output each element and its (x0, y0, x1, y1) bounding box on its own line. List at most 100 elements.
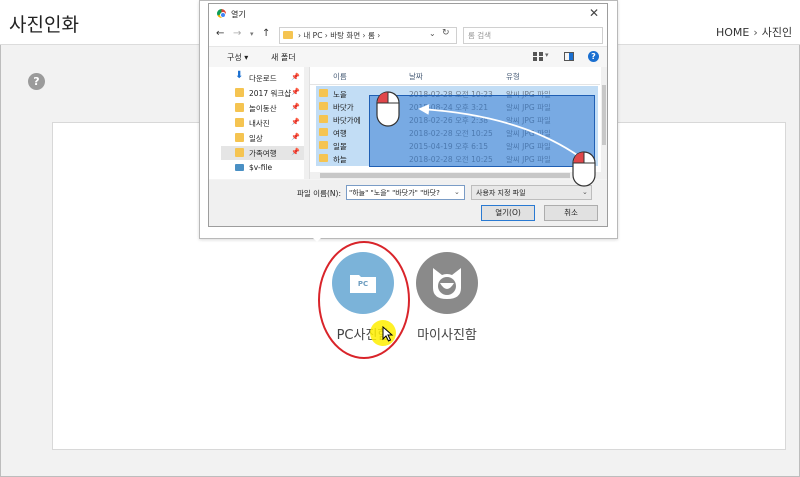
my-option-label[interactable]: 마이사진함 (396, 324, 498, 343)
column-date[interactable]: 날짜 (409, 71, 423, 82)
recent-dropdown-icon[interactable]: ▾ (250, 30, 254, 38)
folder-icon (319, 89, 328, 97)
chrome-icon (217, 9, 226, 18)
search-input[interactable]: 롬 검색 (463, 27, 603, 44)
folder-icon (319, 102, 328, 110)
chevron-down-icon[interactable]: ⌄ (582, 188, 588, 196)
popup-balloon: 열기 ✕ ← → ▾ ↑ › 내 PC › 바탕 화면 › 롬 › ⌄ ↻ 롬 … (199, 0, 618, 239)
pin-icon: 📌 (291, 148, 300, 156)
scroll-thumb[interactable] (320, 173, 570, 178)
filetype-value: 사용자 지정 파일 (476, 189, 526, 197)
file-name: 하늘 (333, 155, 347, 164)
file-name: 여행 (333, 129, 347, 138)
file-open-dialog: 열기 ✕ ← → ▾ ↑ › 내 PC › 바탕 화면 › 롬 › ⌄ ↻ 롬 … (208, 3, 608, 227)
file-name: 바닷가에 (333, 116, 361, 125)
mouse-end-icon (572, 151, 596, 187)
address-bar[interactable]: › 내 PC › 바탕 화면 › 롬 › ⌄ ↻ (279, 27, 457, 44)
view-dropdown-icon[interactable]: ▾ (545, 51, 549, 59)
breadcrumb-home[interactable]: HOME (716, 26, 749, 39)
column-name[interactable]: 이름 (333, 71, 347, 82)
folder-icon (319, 154, 328, 162)
chevron-down-icon[interactable]: ⌄ (429, 29, 436, 38)
nav-item-label: 일상 (249, 134, 263, 143)
nav-item-label: 내사진 (249, 119, 270, 128)
folder-icon (235, 148, 244, 157)
pin-icon: 📌 (291, 118, 300, 126)
filename-label: 파일 이름(N): (297, 189, 341, 198)
nav-item-label: 2017 워크샵 (249, 89, 292, 98)
mouse-pointer-icon (382, 326, 394, 342)
navigation-pane: ⬇ 다운로드 📌 2017 워크샵 📌 놀이동산 📌 내사진 📌 일상 📌 가족… (209, 67, 310, 179)
nav-item-label: 다운로드 (249, 74, 277, 83)
folder-icon (235, 118, 244, 127)
forward-icon[interactable]: → (233, 28, 241, 39)
nav-item-downloads[interactable]: ⬇ 다운로드 📌 (221, 70, 307, 85)
search-placeholder: 롬 검색 (468, 31, 492, 40)
nav-item-v-file[interactable]: $v-file (221, 161, 307, 175)
file-name: 바닷가 (333, 103, 354, 112)
breadcrumb-current[interactable]: 사진인 (762, 26, 792, 39)
nav-item-amusement-park[interactable]: 놀이동산 📌 (221, 101, 307, 115)
cat-icon (433, 268, 461, 299)
folder-icon (235, 88, 244, 97)
column-type[interactable]: 유형 (506, 71, 520, 82)
nav-item-workshop[interactable]: 2017 워크샵 📌 (221, 86, 307, 100)
folder-icon (235, 103, 244, 112)
cancel-button[interactable]: 취소 (544, 205, 598, 221)
pin-icon: 📌 (291, 73, 300, 81)
nav-scrollbar[interactable] (304, 67, 309, 179)
back-icon[interactable]: ← (216, 28, 224, 39)
file-list: 이름 날짜 유형 노을 2018-02-28 오전 10:23 알씨 JPG 파… (310, 67, 607, 179)
help-icon[interactable]: ? (588, 51, 599, 62)
nav-item-label: 가족여행 (249, 149, 277, 158)
filetype-select[interactable]: 사용자 지정 파일 ⌄ (471, 185, 592, 200)
nav-item-my-photos[interactable]: 내사진 📌 (221, 116, 307, 130)
new-folder-button[interactable]: 새 폴더 (271, 52, 296, 63)
folder-icon (319, 115, 328, 123)
dialog-title: 열기 (231, 10, 246, 19)
filename-value: "하늘" "노을" "바닷가" "바닷? (349, 189, 440, 197)
scroll-thumb[interactable] (602, 85, 606, 145)
nav-item-label: 놀이동산 (249, 104, 277, 113)
file-name: 노을 (333, 90, 347, 99)
download-icon: ⬇ (235, 70, 244, 81)
horizontal-scrollbar[interactable] (310, 172, 607, 179)
breadcrumb: HOME › 사진인 (716, 24, 792, 40)
up-icon[interactable]: ↑ (262, 28, 270, 39)
pin-icon: 📌 (291, 88, 300, 96)
folder-icon (283, 31, 293, 39)
page-title: 사진인화 (9, 14, 79, 36)
drag-arrow-icon (418, 104, 581, 158)
pin-icon: 📌 (291, 133, 300, 141)
annotation-ring (318, 241, 410, 359)
folder-icon (319, 141, 328, 149)
mouse-start-icon (376, 91, 400, 127)
folder-icon (319, 128, 328, 136)
view-options-icon[interactable] (533, 52, 543, 61)
organize-button[interactable]: 구성 ▾ (227, 52, 248, 63)
my-option-circle[interactable] (416, 252, 478, 314)
pin-icon: 📌 (291, 103, 300, 111)
address-path: › 내 PC › 바탕 화면 › 롬 › (298, 31, 381, 40)
folder-icon (235, 133, 244, 142)
filename-input[interactable]: "하늘" "노을" "바닷가" "바닷? ⌄ (346, 185, 465, 200)
dialog-navbar: ← → ▾ ↑ › 내 PC › 바탕 화면 › 롬 › ⌄ ↻ 롬 검색 (209, 24, 607, 46)
pc-icon (235, 164, 244, 171)
help-icon[interactable]: ? (28, 73, 45, 90)
dialog-footer: 파일 이름(N): "하늘" "노을" "바닷가" "바닷? ⌄ 사용자 지정 … (209, 180, 607, 226)
popup-pointer (309, 234, 325, 242)
nav-item-label: $v-file (249, 163, 273, 172)
chevron-down-icon[interactable]: ⌄ (454, 188, 460, 196)
refresh-icon[interactable]: ↻ (442, 28, 450, 38)
nav-item-daily[interactable]: 일상 📌 (221, 131, 307, 145)
file-name: 일몰 (333, 142, 347, 151)
vertical-scrollbar[interactable] (601, 67, 607, 179)
close-icon[interactable]: ✕ (589, 6, 599, 20)
breadcrumb-separator: › (753, 26, 758, 39)
nav-item-family-trip[interactable]: 가족여행 📌 (221, 146, 307, 160)
my-photo-option[interactable]: 마이사진함 (416, 252, 478, 343)
command-bar: 구성 ▾ 새 폴더 ▾ ? (209, 46, 607, 68)
dialog-titlebar: 열기 ✕ (209, 4, 607, 24)
open-button[interactable]: 열기(O) (481, 205, 535, 221)
preview-pane-icon[interactable] (564, 52, 574, 61)
